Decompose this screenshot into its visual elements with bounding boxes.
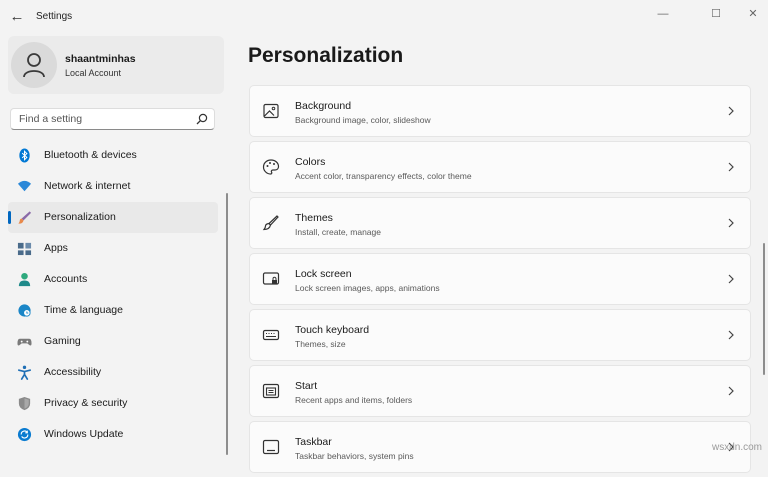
card-title: Background — [295, 100, 352, 112]
setting-card-taskbar[interactable]: Taskbar Taskbar behaviors, system pins — [249, 421, 751, 473]
sidebar-item-privacy-security[interactable]: Privacy & security — [8, 388, 218, 419]
sidebar-item-label: Accounts — [44, 273, 88, 285]
taskbar-icon — [262, 439, 280, 455]
avatar — [11, 42, 57, 88]
card-title: Taskbar — [295, 436, 332, 448]
card-title: Colors — [295, 156, 326, 168]
apps-icon — [17, 242, 32, 256]
minimize-button[interactable]: — — [650, 4, 676, 24]
setting-card-lock-screen[interactable]: Lock screen Lock screen images, apps, an… — [249, 253, 751, 305]
card-title: Start — [295, 380, 318, 392]
sidebar-item-label: Bluetooth & devices — [44, 149, 137, 161]
profile-card[interactable]: shaantminhas Local Account — [8, 36, 224, 94]
setting-card-colors[interactable]: Colors Accent color, transparency effect… — [249, 141, 751, 193]
page-title: Personalization — [248, 44, 404, 67]
sidebar-item-network-internet[interactable]: Network & internet — [8, 171, 218, 202]
watermark: wsxdn.com — [711, 442, 762, 453]
sidebar-item-label: Accessibility — [44, 366, 102, 378]
person-icon — [23, 53, 45, 78]
card-subtitle: Accent color, transparency effects, colo… — [295, 171, 472, 181]
chevron-right-icon — [728, 218, 734, 228]
sidebar-nav: Bluetooth & devices Network & internet P… — [8, 140, 218, 450]
card-title: Themes — [295, 212, 333, 224]
card-subtitle: Background image, color, slideshow — [295, 115, 431, 125]
chevron-right-icon — [728, 106, 734, 116]
profile-account-type: Local Account — [65, 68, 122, 78]
sidebar-item-label: Gaming — [44, 335, 81, 347]
chevron-right-icon — [728, 386, 734, 396]
sidebar-item-accounts[interactable]: Accounts — [8, 264, 218, 295]
main-scrollbar[interactable] — [763, 243, 765, 375]
setting-card-start[interactable]: Start Recent apps and items, folders — [249, 365, 751, 417]
chevron-right-icon — [728, 330, 734, 340]
shield-icon — [18, 396, 31, 411]
wifi-icon — [17, 180, 32, 192]
search-box[interactable] — [10, 108, 215, 130]
back-arrow-icon[interactable]: ← — [8, 8, 26, 26]
bluetooth-icon — [19, 148, 30, 163]
chevron-right-icon — [728, 274, 734, 284]
sidebar-item-label: Apps — [44, 242, 68, 254]
card-title: Touch keyboard — [295, 324, 370, 336]
brush-icon — [262, 215, 279, 231]
image-icon — [263, 103, 279, 119]
search-icon[interactable] — [196, 113, 208, 125]
globe-clock-icon — [18, 304, 31, 317]
palette-icon — [262, 159, 280, 175]
sidebar-item-windows-update[interactable]: Windows Update — [8, 419, 218, 450]
sidebar-item-label: Privacy & security — [44, 397, 128, 409]
sidebar-scrollbar[interactable] — [226, 193, 228, 455]
title-bar: ← Settings — ☐ ✕ — [0, 0, 768, 34]
card-subtitle: Install, create, manage — [295, 227, 381, 237]
sidebar-item-label: Windows Update — [44, 428, 124, 440]
sidebar-item-label: Personalization — [44, 211, 116, 223]
sidebar-item-label: Network & internet — [44, 180, 131, 192]
sidebar-item-personalization[interactable]: Personalization — [8, 202, 218, 233]
lock-screen-icon — [262, 272, 280, 285]
update-icon — [17, 427, 32, 442]
sidebar-item-bluetooth-devices[interactable]: Bluetooth & devices — [8, 140, 218, 171]
brush-icon — [18, 211, 32, 224]
setting-card-background[interactable]: Background Background image, color, slid… — [249, 85, 751, 137]
card-subtitle: Taskbar behaviors, system pins — [295, 451, 414, 461]
settings-list: Background Background image, color, slid… — [249, 85, 751, 477]
active-indicator — [8, 211, 11, 224]
keyboard-icon — [262, 329, 280, 341]
close-button[interactable]: ✕ — [740, 4, 766, 24]
search-input[interactable] — [17, 112, 191, 126]
sidebar-item-accessibility[interactable]: Accessibility — [8, 357, 218, 388]
start-icon — [262, 383, 280, 399]
sidebar-item-label: Time & language — [44, 304, 123, 316]
card-title: Lock screen — [295, 268, 352, 280]
setting-card-themes[interactable]: Themes Install, create, manage — [249, 197, 751, 249]
person-icon — [18, 272, 31, 287]
sidebar-item-time-language[interactable]: Time & language — [8, 295, 218, 326]
sidebar-item-apps[interactable]: Apps — [8, 233, 218, 264]
accessibility-icon — [18, 365, 31, 380]
profile-name: shaantminhas — [65, 53, 136, 65]
window-title: Settings — [36, 11, 73, 22]
setting-card-touch-keyboard[interactable]: Touch keyboard Themes, size — [249, 309, 751, 361]
card-subtitle: Themes, size — [295, 339, 346, 349]
chevron-right-icon — [728, 162, 734, 172]
maximize-button[interactable]: ☐ — [703, 4, 729, 24]
card-subtitle: Lock screen images, apps, animations — [295, 283, 440, 293]
card-subtitle: Recent apps and items, folders — [295, 395, 413, 405]
sidebar-item-gaming[interactable]: Gaming — [8, 326, 218, 357]
controller-icon — [17, 338, 32, 346]
